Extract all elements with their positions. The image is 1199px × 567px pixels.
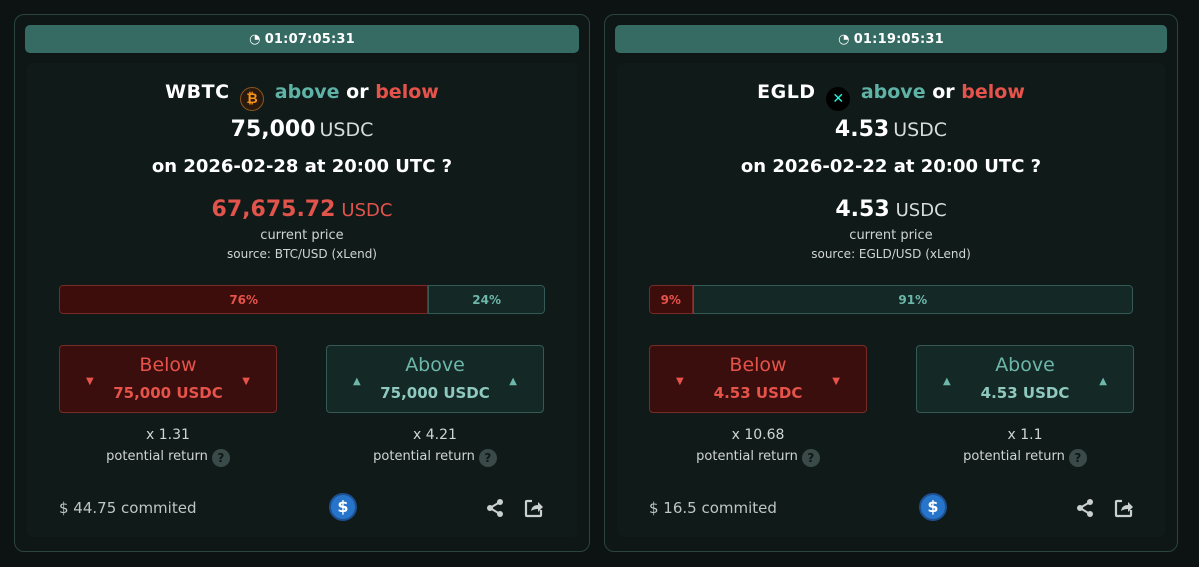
below-multiplier: x 10.68	[731, 427, 785, 443]
current-price-value: 4.53	[835, 197, 890, 222]
below-multiplier: x 1.31	[146, 427, 190, 443]
help-icon[interactable]: ?	[801, 449, 820, 467]
asset-symbol: WBTC	[165, 81, 230, 103]
bet-above-target: 4.53 USDC	[980, 384, 1070, 402]
resolution-date: on 2026-02-28 at 20:00 UTC ?	[151, 156, 453, 177]
potential-return-label: potential return	[696, 449, 798, 464]
odds-below-segment: 9%	[649, 285, 693, 314]
current-price-label: current price	[260, 228, 344, 243]
timer-icon: ◔	[249, 31, 261, 47]
odds-bar: 9% 91%	[649, 285, 1133, 314]
target-unit: USDC	[319, 119, 374, 141]
above-potential-return: potential return?	[916, 449, 1134, 467]
current-price: 67,675.72 USDC	[27, 197, 577, 222]
share-icon[interactable]	[485, 498, 505, 518]
odds-bar: 76% 24%	[59, 285, 545, 314]
market-body: EGLD ✕ above or below 4.53 USDC on 2026-0…	[617, 63, 1165, 537]
countdown-timer: ◔ 01:07:05:31	[25, 25, 579, 53]
share-icon[interactable]	[1075, 498, 1095, 518]
market-card-wbtc: ◔ 01:07:05:31 WBTC ₿ above or below 75,0…	[14, 14, 590, 552]
bet-above-target: 75,000 USDC	[380, 384, 490, 402]
target-value: 4.53	[834, 117, 890, 142]
potential-return-label: potential return	[106, 449, 208, 464]
below-potential-return: potential return?	[59, 449, 277, 467]
below-word: below	[961, 81, 1025, 103]
above-multiplier: x 4.21	[413, 427, 457, 443]
target-value: 75,000	[230, 117, 316, 142]
current-price-unit: USDC	[341, 200, 393, 221]
timer-icon: ◔	[838, 31, 850, 47]
help-icon[interactable]: ?	[1068, 449, 1087, 467]
above-word: above	[860, 81, 926, 103]
odds-above-segment: 91%	[692, 285, 1133, 314]
bet-below-label: Below	[729, 354, 787, 376]
market-body: WBTC ₿ above or below 75,000 USDC on 2026…	[27, 63, 577, 537]
countdown-timer: ◔ 01:19:05:31	[615, 25, 1167, 53]
current-price-value: 67,675.72	[211, 197, 336, 222]
usdc-icon: $	[919, 493, 947, 521]
above-word: above	[274, 81, 340, 103]
potential-return-label: potential return	[373, 449, 475, 464]
asset-symbol: EGLD	[757, 81, 816, 103]
current-price-unit: USDC	[895, 200, 947, 221]
below-potential-return: potential return?	[649, 449, 867, 467]
bet-below-button[interactable]: ▼ ▼ Below 4.53 USDC	[649, 345, 867, 413]
market-question: EGLD ✕ above or below	[617, 81, 1165, 111]
bet-below-target: 4.53 USDC	[713, 384, 803, 402]
price-source: source: BTC/USD (xLend)	[227, 247, 377, 261]
usdc-icon: $	[329, 493, 357, 521]
multiversx-icon: ✕	[826, 87, 851, 111]
timer-value: 01:19:05:31	[853, 31, 944, 47]
target-unit: USDC	[893, 119, 948, 141]
bet-above-label: Above	[995, 354, 1055, 376]
bet-above-label: Above	[405, 354, 465, 376]
odds-above-segment: 24%	[428, 285, 545, 314]
committed-amount: $ 44.75 commited	[59, 499, 197, 517]
below-word: below	[375, 81, 439, 103]
or-word: or	[932, 81, 955, 103]
target-price: 75,000 USDC	[27, 117, 577, 142]
above-potential-return: potential return?	[326, 449, 544, 467]
timer-value: 01:07:05:31	[264, 31, 355, 47]
odds-below-segment: 76%	[59, 285, 429, 314]
bet-above-button[interactable]: ▲ ▲ Above 75,000 USDC	[326, 345, 544, 413]
help-icon[interactable]: ?	[478, 449, 497, 467]
above-multiplier: x 1.1	[1007, 427, 1043, 443]
bet-below-target: 75,000 USDC	[113, 384, 223, 402]
potential-return-label: potential return	[963, 449, 1065, 464]
or-word: or	[346, 81, 369, 103]
export-icon[interactable]	[1113, 497, 1135, 519]
target-price: 4.53 USDC	[617, 117, 1165, 142]
bet-below-button[interactable]: ▼ ▼ Below 75,000 USDC	[59, 345, 277, 413]
bet-above-button[interactable]: ▲ ▲ Above 4.53 USDC	[916, 345, 1134, 413]
export-icon[interactable]	[523, 497, 545, 519]
help-icon[interactable]: ?	[211, 449, 230, 467]
current-price-label: current price	[849, 228, 933, 243]
market-card-egld: ◔ 01:19:05:31 EGLD ✕ above or below 4.53…	[604, 14, 1178, 552]
committed-amount: $ 16.5 commited	[649, 499, 777, 517]
current-price: 4.53 USDC	[617, 197, 1165, 222]
resolution-date: on 2026-02-22 at 20:00 UTC ?	[740, 156, 1042, 177]
bitcoin-icon: ₿	[240, 87, 265, 111]
price-source: source: EGLD/USD (xLend)	[811, 247, 971, 261]
market-question: WBTC ₿ above or below	[27, 81, 577, 111]
bet-below-label: Below	[139, 354, 197, 376]
